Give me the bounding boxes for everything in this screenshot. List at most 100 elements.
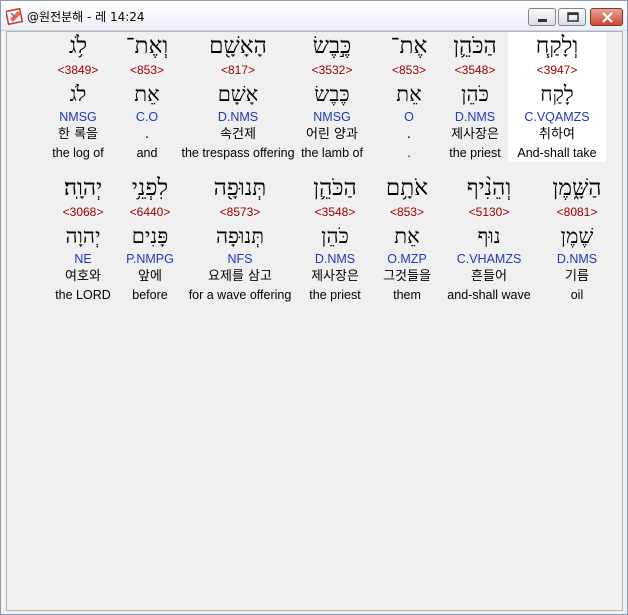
- strong-number: <853>: [391, 63, 427, 77]
- korean-gloss: 어린 양과: [306, 127, 358, 142]
- english-gloss: and-shall wave: [447, 288, 531, 302]
- hebrew-word: הַשָּׁ֑מֶן: [552, 175, 602, 201]
- lemma-word: לֹג: [69, 82, 87, 106]
- app-window: @원전분해 - 레 14:24 לֹ֥ג <3849> לֹג NMSG 한 록을 the…: [0, 0, 628, 615]
- strong-number: <5130>: [468, 205, 510, 219]
- word-cell[interactable]: וְלָקַ֧ח <3947> לָקַח C.VQAMZS 취하여 And-shall …: [508, 32, 606, 162]
- morphology-code: D.NMS: [556, 252, 598, 266]
- korean-gloss: 요제를 삼고: [208, 269, 272, 284]
- strong-number: <3068>: [62, 205, 104, 219]
- morphology-code: NFS: [227, 252, 253, 266]
- hebrew-word: לֹ֥ג: [68, 33, 88, 59]
- hebrew-word: יְהוָֽה׃: [63, 175, 103, 201]
- strong-number: <3548>: [454, 63, 496, 77]
- lemma-word: שֶׁמֶן: [560, 224, 594, 248]
- strong-number: <3849>: [57, 63, 99, 77]
- hebrew-word: לִפְנֵ֥י: [131, 175, 169, 201]
- strong-number: <3947>: [536, 63, 578, 77]
- lemma-word: כֹּהֵן: [461, 82, 489, 106]
- english-gloss: the log of: [52, 146, 104, 160]
- lemma-word: כֶּבֶשׂ: [314, 82, 350, 106]
- close-icon: [602, 12, 613, 23]
- word-cell[interactable]: וְאֶת־ <853> אֵת C.O. and: [121, 32, 173, 162]
- korean-gloss: .: [144, 127, 150, 142]
- morphology-code: P.NMPG: [126, 252, 174, 266]
- hebrew-word: וְלָקַ֧ח: [535, 33, 579, 59]
- english-gloss: them: [393, 288, 421, 302]
- morphology-code: NE: [74, 252, 92, 266]
- korean-gloss: 그것들을: [383, 269, 431, 284]
- hebrew-word: אֹתָ֥ם: [385, 175, 429, 201]
- word-cell[interactable]: תְּנוּפָ֖ה <8573> תְּנוּפָה NFS 요제를 삼고 for a …: [184, 174, 296, 304]
- lemma-word: כֹּהֵן: [321, 224, 349, 248]
- morphology-code: O.MZP: [387, 252, 427, 266]
- hebrew-word: הַכֹּהֵ֛ן: [453, 33, 497, 59]
- word-cell[interactable]: אֶת־ <853> אֵת O..: [380, 32, 438, 162]
- english-gloss: and: [136, 146, 158, 160]
- lemma-word: אֵת: [394, 224, 420, 248]
- strong-number: <6440>: [129, 205, 171, 219]
- english-gloss: the LORD: [55, 288, 111, 302]
- app-logo-icon: [5, 7, 24, 26]
- lemma-word: אֵת: [396, 82, 422, 106]
- window-title: @원전분해 - 레 14:24: [27, 10, 145, 24]
- lemma-word: אֵת: [134, 82, 160, 106]
- strong-number: <853>: [389, 205, 425, 219]
- hebrew-word: וְאֶת־: [125, 33, 169, 59]
- minimize-icon: [538, 19, 547, 22]
- english-gloss: the lamb of: [301, 146, 363, 160]
- english-gloss: for a wave offering: [188, 288, 292, 302]
- morphology-code: NMSG: [313, 110, 351, 124]
- hebrew-word: כֶּ֣בֶשׂ: [312, 33, 352, 59]
- korean-gloss: 취하여: [539, 127, 575, 142]
- word-cell[interactable]: כֶּ֣בֶשׂ <3532> כֶּבֶשׂ NMSG 어린 양과 the lamb o…: [284, 32, 380, 162]
- title-bar[interactable]: @원전분해 - 레 14:24: [1, 1, 627, 31]
- word-cell[interactable]: לֹ֥ג <3849> לֹג NMSG 한 록을 the log of: [38, 32, 118, 162]
- word-cell[interactable]: הַכֹּהֵ֛ן <3548> כֹּהֵן D.NMS 제사장은 the priest: [440, 32, 510, 162]
- strong-number: <8573>: [219, 205, 261, 219]
- hebrew-word: וְהֵנִ֨יף: [466, 175, 512, 201]
- word-cell[interactable]: הַשָּׁ֑מֶן <8081> שֶׁמֶן D.NMS 기름 oil: [548, 174, 606, 304]
- korean-gloss: 한 록을: [57, 127, 98, 142]
- korean-gloss: 여호와: [65, 269, 101, 284]
- verse-analysis-panel: לֹ֥ג <3849> לֹג NMSG 한 록을 the log of וְאֶת־ <85…: [6, 31, 623, 611]
- word-cell[interactable]: יְהוָֽה׃ <3068> יְהוָה NE 여호와 the LORD: [47, 174, 119, 304]
- english-gloss: before: [132, 288, 168, 302]
- word-cell[interactable]: לִפְנֵ֥י <6440> פָּנִים P.NMPG 앞에 before: [121, 174, 179, 304]
- english-gloss: oil: [570, 288, 584, 302]
- lemma-word: נוּף: [477, 224, 501, 248]
- morphology-code: NMSG: [59, 110, 97, 124]
- strong-number: <8081>: [556, 205, 598, 219]
- hebrew-word: תְּנוּפָ֖ה: [213, 175, 267, 201]
- korean-gloss: 제사장은: [451, 127, 499, 142]
- maximize-icon: [567, 12, 579, 22]
- korean-gloss: 기름: [565, 269, 589, 284]
- lemma-word: יְהוָה: [65, 224, 101, 248]
- lemma-word: פָּנִים: [131, 224, 169, 248]
- morphology-code: D.NMS: [314, 252, 356, 266]
- english-gloss: .: [407, 146, 411, 160]
- word-cell[interactable]: אֹתָ֥ם <853> אֵת O.MZP 그것들을 them: [375, 174, 439, 304]
- korean-gloss: 제사장은: [311, 269, 359, 284]
- close-button[interactable]: [590, 8, 623, 26]
- strong-number: <3548>: [314, 205, 356, 219]
- word-cell[interactable]: הַכֹּהֵ֛ן <3548> כֹּהֵן D.NMS 제사장은 the priest: [295, 174, 375, 304]
- hebrew-word: הַכֹּהֵ֛ן: [313, 175, 357, 201]
- morphology-code: C.VHAMZS: [456, 252, 522, 266]
- english-gloss: the priest: [309, 288, 361, 302]
- english-gloss: the priest: [449, 146, 501, 160]
- morphology-code: O: [404, 110, 414, 124]
- lemma-word: תְּנוּפָה: [215, 224, 265, 248]
- korean-gloss: 흔들어: [471, 269, 507, 284]
- english-gloss: And-shall take: [517, 146, 597, 160]
- korean-gloss: .: [406, 127, 412, 142]
- morphology-code: C.VQAMZS: [524, 110, 590, 124]
- maximize-button[interactable]: [558, 8, 586, 26]
- morphology-code: C.O: [135, 110, 159, 124]
- lemma-word: לָקַח: [540, 82, 574, 106]
- word-cell[interactable]: וְהֵנִ֨יף <5130> נוּף C.VHAMZS 흔들어 and-shall …: [441, 174, 537, 304]
- strong-number: <853>: [129, 63, 165, 77]
- korean-gloss: 앞에: [138, 269, 162, 284]
- minimize-button[interactable]: [528, 8, 556, 26]
- strong-number: <3532>: [311, 63, 353, 77]
